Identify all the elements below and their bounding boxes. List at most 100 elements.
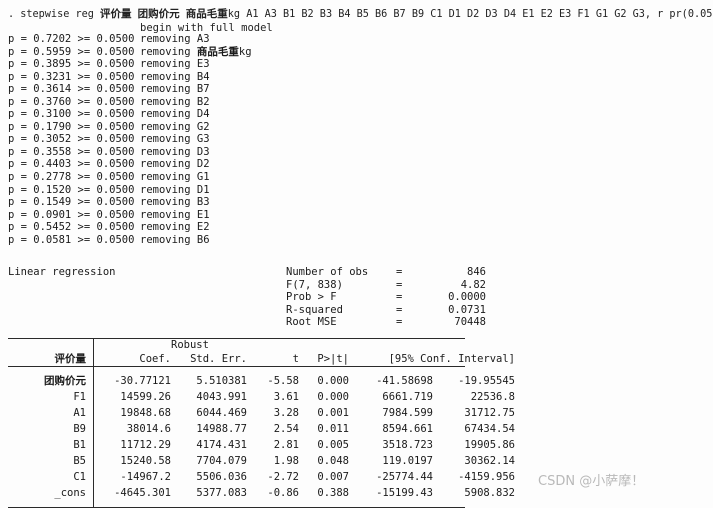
- model-statistics-list: Number of obs = 846 F(7, 838) = 4.82 Prob > F =…: [286, 266, 486, 329]
- removal-action-text: removing D4: [140, 108, 210, 121]
- command-depvar: 评价量: [100, 8, 132, 20]
- removal-step-row: p = 0.1549 >= 0.0500 removing B3: [8, 196, 252, 209]
- statistic-label: Number of obs: [286, 266, 369, 278]
- statistic-value: 70448: [454, 316, 486, 329]
- statistic-label: Root MSE: [286, 316, 337, 329]
- cell-coefficient: -4645.301: [114, 487, 171, 499]
- cell-ci-lower: 7984.599: [382, 407, 433, 419]
- table-row: B5 15240.58 7704.079 1.98 0.048 119.0197 3036…: [8, 453, 515, 469]
- cell-divider-gap: [86, 421, 93, 437]
- removal-action-text: removing B3: [140, 196, 210, 209]
- removal-step-row: p = 0.3895 >= 0.0500 removing E3: [8, 58, 252, 71]
- cell-std-err: 4043.991: [196, 391, 247, 403]
- removal-variable-cjk: 商品毛重: [196, 45, 239, 58]
- statistic-value: 0.0000: [448, 291, 486, 304]
- cell-t-stat: 2.54: [273, 423, 299, 435]
- removal-pvalue-text: p = 0.3895 >= 0.0500: [8, 58, 135, 71]
- cell-p-value: 0.388: [317, 487, 349, 499]
- cell-t-stat: -5.58: [267, 375, 299, 387]
- cell-p-value: 0.005: [317, 439, 349, 451]
- removal-step-row: p = 0.3231 >= 0.0500 removing B4: [8, 71, 252, 84]
- coefficient-table: Robust 评价量 Coef. Std. Err. t P>|t| [95% Conf…: [8, 338, 515, 508]
- cell-p-value: 0.011: [317, 423, 349, 435]
- removal-action-text: removing G2: [140, 120, 210, 133]
- statistic-value: 0.0731: [448, 303, 486, 316]
- cell-ci-lower: 8594.661: [382, 423, 433, 435]
- removal-step-row: p = 0.1790 >= 0.0500 removing G2: [8, 121, 252, 134]
- table-rows-container: 团购价元 -30.77121 5.510381 -5.58 0.000 -41.5869…: [8, 373, 515, 501]
- header-depvar: 评价量: [54, 353, 87, 365]
- cell-ci-upper: 19905.86: [464, 439, 515, 451]
- removal-pvalue-text: p = 0.7202 >= 0.0500: [8, 33, 135, 45]
- cell-coefficient: 38014.6: [126, 423, 171, 435]
- cell-divider-gap: [86, 389, 93, 405]
- command-remaining-vars: A1 A3 B1 B2 B3 B4 B5 B6 B7 B9 C1 D1 D2 D…: [240, 9, 713, 20]
- command-var-tuangoujiayuan: 团购价元: [137, 8, 180, 20]
- removal-action-text: removing G3: [140, 133, 210, 146]
- cell-divider-gap: [86, 405, 93, 421]
- cell-std-err: 14988.77: [196, 423, 247, 435]
- removal-pvalue-text: p = 0.0581 >= 0.0500: [8, 233, 135, 246]
- cell-t-stat: -2.72: [267, 471, 299, 483]
- cell-t-stat: 1.98: [273, 455, 299, 467]
- table-spacer-bottom: [8, 501, 465, 507]
- cell-divider-gap: [86, 469, 93, 485]
- robust-header-row: Robust: [8, 339, 465, 352]
- cell-ci-upper: -4159.956: [458, 471, 515, 483]
- header-coef: Coef.: [139, 353, 171, 365]
- statistic-equals-sign: =: [396, 278, 403, 291]
- removal-pvalue-text: p = 0.3100 >= 0.0500: [8, 108, 135, 121]
- cell-divider-gap: [86, 373, 93, 389]
- command-block: . stepwise reg 评价量 团购价元 商品毛重kg A1 A3 B1 …: [8, 8, 713, 34]
- removal-pvalue-text: p = 0.3558 >= 0.0500: [8, 145, 135, 158]
- cell-p-value: 0.048: [317, 455, 349, 467]
- header-pvalue: P>|t|: [317, 353, 349, 365]
- removal-action-text: removing: [140, 45, 197, 58]
- removal-step-row: p = 0.3052 >= 0.0500 removing G3: [8, 133, 252, 146]
- removal-step-row: p = 0.3558 >= 0.0500 removing D3: [8, 146, 252, 159]
- removal-pvalue-text: p = 0.4403 >= 0.0500: [8, 158, 135, 171]
- removal-pvalue-text: p = 0.1549 >= 0.0500: [8, 196, 135, 209]
- header-t: t: [292, 353, 299, 365]
- removal-action-text: removing B7: [140, 83, 210, 96]
- robust-label: Robust: [171, 339, 209, 351]
- removal-pvalue-text: p = 0.3760 >= 0.0500: [8, 95, 135, 108]
- removal-pvalue-text: p = 0.3231 >= 0.0500: [8, 70, 135, 83]
- cell-coefficient: 14599.26: [120, 391, 171, 403]
- removal-step-row: p = 0.3760 >= 0.0500 removing B2: [8, 96, 252, 109]
- cell-p-value: 0.001: [317, 407, 349, 419]
- cell-coefficient: 19848.68: [120, 407, 171, 419]
- table-row: F1 14599.26 4043.991 3.61 0.000 6661.719 2253…: [8, 389, 515, 405]
- cell-std-err: 4174.431: [196, 439, 247, 451]
- stepwise-removal-log: p = 0.7202 >= 0.0500 removing A3 p = 0.595…: [8, 33, 252, 246]
- model-statistic-row: Prob > F = 0.0000: [286, 291, 486, 304]
- statistic-equals-sign: =: [396, 266, 403, 278]
- model-statistic-row: Root MSE = 70448: [286, 316, 486, 329]
- removal-action-text: removing A3: [140, 33, 210, 45]
- cell-ci-lower: 3518.723: [382, 439, 433, 451]
- removal-step-row: p = 0.1520 >= 0.0500 removing D1: [8, 184, 252, 197]
- cell-ci-lower: -25774.44: [376, 471, 433, 483]
- regression-type-label: Linear regression: [8, 266, 116, 278]
- cell-std-err: 7704.079: [196, 455, 247, 467]
- cell-ci-upper: 30362.14: [464, 455, 515, 467]
- removal-step-row: p = 0.5452 >= 0.0500 removing E2: [8, 221, 252, 234]
- cell-variable-name: _cons: [54, 487, 86, 499]
- removal-action-text: removing E2: [140, 221, 210, 234]
- cell-divider-gap: [86, 453, 93, 469]
- cell-divider-gap: [86, 437, 93, 453]
- removal-action-text: removing E1: [140, 208, 210, 221]
- cell-coefficient: -30.77121: [114, 375, 171, 387]
- removal-pvalue-text: p = 0.3052 >= 0.0500: [8, 133, 135, 146]
- cell-ci-upper: 5908.832: [464, 487, 515, 499]
- statistic-equals-sign: =: [396, 316, 403, 329]
- stata-results-console[interactable]: . stepwise reg 评价量 团购价元 商品毛重kg A1 A3 B1 …: [0, 0, 713, 508]
- removal-action-text: removing E3: [140, 58, 210, 71]
- table-row: C1 -14967.2 5506.036 -2.72 0.007 -25774.44 -4…: [8, 469, 515, 485]
- statistic-value: 4.82: [460, 278, 486, 291]
- removal-step-row: p = 0.7202 >= 0.0500 removing A3: [8, 33, 252, 46]
- removal-step-row: p = 0.5959 >= 0.0500 removing 商品毛重kg: [8, 46, 252, 59]
- statistic-label: R-squared: [286, 303, 343, 316]
- removal-step-row: p = 0.3614 >= 0.0500 removing B7: [8, 83, 252, 96]
- cell-p-value: 0.000: [317, 391, 349, 403]
